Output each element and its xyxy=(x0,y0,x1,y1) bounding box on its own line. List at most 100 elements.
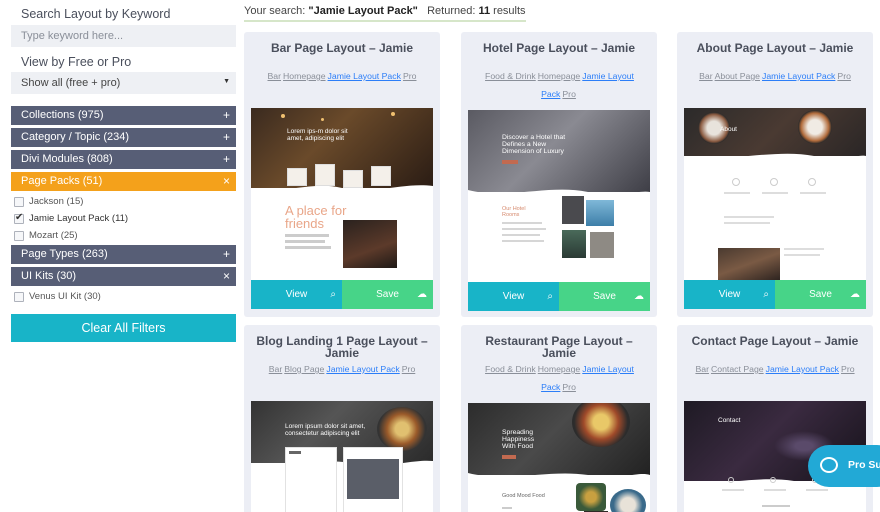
option-count: (15) xyxy=(66,196,84,207)
summary-prefix: Your search: xyxy=(244,5,309,17)
tag-link[interactable]: Pro xyxy=(403,71,417,81)
expand-icon: + xyxy=(222,108,230,122)
tag-link[interactable]: Jamie Layout Pack xyxy=(326,364,399,374)
option-count: (30) xyxy=(83,291,101,302)
tag-link[interactable]: About Page xyxy=(715,71,760,81)
chat-bubble-icon xyxy=(820,457,838,473)
card-tags: Bar Blog Page Jamie Layout Pack Pro xyxy=(250,360,434,378)
free-pro-select[interactable]: Show all (free + pro) ▼ xyxy=(11,72,236,94)
preview-heading: Our Hotel Rooms xyxy=(502,206,526,218)
option-count: (25) xyxy=(60,230,78,241)
checkbox-checked[interactable] xyxy=(14,212,24,224)
tag-link[interactable]: Pro xyxy=(562,89,576,99)
filter-option-mozart[interactable]: Mozart (25) xyxy=(14,230,78,241)
tag-link[interactable]: Jamie Layout Pack xyxy=(766,364,839,374)
pro-support-button[interactable]: Pro Su xyxy=(808,445,880,487)
tag-link[interactable]: Pro xyxy=(841,364,855,374)
facet-label: Page Packs (51) xyxy=(21,175,103,187)
option-label: Venus UI Kit xyxy=(29,291,82,302)
facet-category-topic[interactable]: Category / Topic (234) + xyxy=(11,128,236,147)
tag-link[interactable]: Bar xyxy=(269,364,283,374)
save-label: Save xyxy=(809,289,832,300)
view-button[interactable]: View ⌕ xyxy=(468,282,559,311)
card-actions: View ⌕ Save ☁ xyxy=(251,280,433,309)
card-tags: Bar Contact Page Jamie Layout Pack Pro xyxy=(683,360,867,378)
facet-page-types[interactable]: Page Types (263) + xyxy=(11,245,236,264)
layout-preview-image[interactable]: Spreading Happiness With Food Good Mood … xyxy=(468,403,650,512)
wave-divider xyxy=(468,473,650,483)
keyword-search-input[interactable] xyxy=(11,25,236,47)
tag-link[interactable]: Homepage xyxy=(538,364,581,374)
view-button[interactable]: View ⌕ xyxy=(251,280,342,309)
layout-preview-image[interactable]: About xyxy=(684,108,866,280)
summary-suffix: results xyxy=(490,5,526,17)
tag-link[interactable]: Pro xyxy=(837,71,851,81)
filter-option-jackson[interactable]: Jackson (15) xyxy=(14,196,83,207)
tag-link[interactable]: Food & Drink xyxy=(485,71,536,81)
checkbox[interactable] xyxy=(14,291,24,302)
preview-hero-text: Spreading Happiness With Food xyxy=(502,429,535,450)
wave-divider xyxy=(468,189,650,200)
card-tags: Food & Drink Homepage Jamie Layout Pack Pro xyxy=(467,67,651,103)
layout-preview-image[interactable]: Discover a Hotel that Defines a New Dime… xyxy=(468,110,650,282)
wave-divider xyxy=(251,460,433,471)
tag-link[interactable]: Pro xyxy=(402,364,416,374)
caret-down-icon: ▼ xyxy=(223,78,230,85)
save-button[interactable]: Save ☁ xyxy=(559,282,650,311)
tag-link[interactable]: Bar xyxy=(695,364,709,374)
layout-card: About Page Layout – Jamie Bar About Page J… xyxy=(677,32,873,317)
facet-label: Category / Topic (234) xyxy=(21,131,130,143)
cloud-download-icon: ☁ xyxy=(634,291,644,302)
option-label: Jackson xyxy=(29,196,64,207)
save-button[interactable]: Save ☁ xyxy=(775,280,866,309)
expand-icon: + xyxy=(222,247,230,261)
card-title: Hotel Page Layout – Jamie xyxy=(482,41,636,55)
expand-icon: + xyxy=(222,152,230,166)
facet-page-packs[interactable]: Page Packs (51) × xyxy=(11,172,236,191)
facet-divi-modules[interactable]: Divi Modules (808) + xyxy=(11,150,236,169)
option-label: Mozart xyxy=(29,230,59,241)
facet-label: Collections (975) xyxy=(21,109,104,121)
filter-option-venus-ui-kit[interactable]: Venus UI Kit (30) xyxy=(14,291,101,302)
checkbox[interactable] xyxy=(14,196,24,207)
search-summary: Your search: "Jamie Layout Pack" Returne… xyxy=(244,5,526,22)
tag-link[interactable]: Bar xyxy=(268,71,282,81)
facet-label: Divi Modules (808) xyxy=(21,153,113,165)
tag-link[interactable]: Homepage xyxy=(283,71,326,81)
tag-link[interactable]: Jamie Layout Pack xyxy=(328,71,401,81)
tag-link[interactable]: Contact Page xyxy=(711,364,764,374)
tag-link[interactable]: Jamie Layout Pack xyxy=(762,71,835,81)
option-count: (11) xyxy=(111,213,129,224)
layout-card: Restaurant Page Layout – Jamie Food & Dr… xyxy=(461,325,657,512)
layout-preview-image[interactable]: Lorem ipsum dolor sit amet, consectetur … xyxy=(251,401,433,512)
save-label: Save xyxy=(376,289,399,300)
filter-option-jamie-layout-pack[interactable]: Jamie Layout Pack (11) xyxy=(14,212,129,224)
view-button[interactable]: View ⌕ xyxy=(684,280,775,309)
preview-hero-text: About xyxy=(720,126,737,133)
facet-collections[interactable]: Collections (975) + xyxy=(11,106,236,125)
clear-all-filters-button[interactable]: Clear All Filters xyxy=(11,314,236,342)
tag-link[interactable]: Pro xyxy=(562,382,576,392)
tag-link[interactable]: Bar xyxy=(699,71,713,81)
cloud-download-icon: ☁ xyxy=(850,289,860,300)
layout-library-page: Search Layout by Keyword View by Free or… xyxy=(0,0,880,512)
preview-hero-text: Contact xyxy=(718,417,741,424)
preview-hero-text: Lorem ips-m dolor sit amet, adipiscing e… xyxy=(287,128,348,142)
summary-returned-label: Returned: xyxy=(427,5,479,17)
summary-count: 11 xyxy=(478,5,491,17)
save-button[interactable]: Save ☁ xyxy=(342,280,433,309)
facet-label: Page Types (263) xyxy=(21,248,108,260)
tag-link[interactable]: Food & Drink xyxy=(485,364,536,374)
facet-ui-kits[interactable]: UI Kits (30) × xyxy=(11,267,236,286)
layout-preview-image[interactable]: Lorem ips-m dolor sit amet, adipiscing e… xyxy=(251,108,433,280)
keyword-search-label: Search Layout by Keyword xyxy=(21,7,171,21)
save-label: Save xyxy=(593,291,616,302)
tag-link[interactable]: Homepage xyxy=(538,71,581,81)
checkbox[interactable] xyxy=(14,230,24,241)
collapse-icon: × xyxy=(222,174,230,188)
wave-divider xyxy=(684,153,866,164)
layout-card: Blog Landing 1 Page Layout – Jamie Bar Bl… xyxy=(244,325,440,512)
tag-link[interactable]: Blog Page xyxy=(284,364,324,374)
expand-icon: + xyxy=(222,130,230,144)
view-label: View xyxy=(285,289,308,300)
